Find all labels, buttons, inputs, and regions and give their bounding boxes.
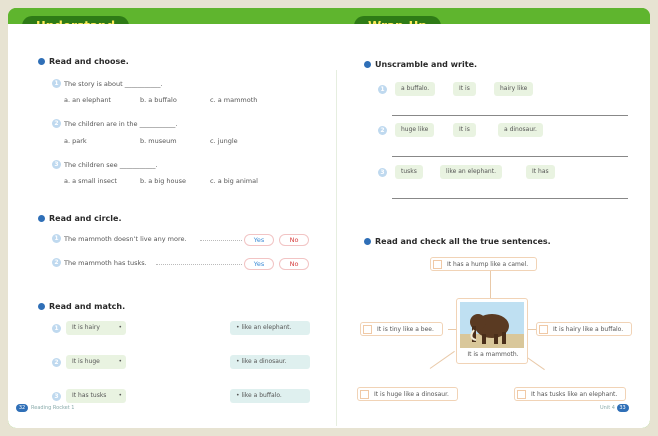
bullet-icon xyxy=(38,58,45,65)
answer-line[interactable] xyxy=(392,156,628,157)
item-number: 2 xyxy=(52,258,61,267)
bullet-icon xyxy=(364,238,371,245)
word-card[interactable]: hairy like xyxy=(494,82,534,96)
check-option-tusks[interactable]: It has tusks like an elephant. xyxy=(514,387,627,401)
bullet-icon xyxy=(38,303,45,310)
option[interactable]: c. a big animal xyxy=(210,177,258,185)
match-right-item[interactable]: • like a dinosaur. xyxy=(230,355,310,369)
mammoth-illustration xyxy=(460,302,524,348)
word-card[interactable]: like an elephant. xyxy=(440,165,502,179)
checkbox[interactable] xyxy=(517,390,526,399)
check-option-huge[interactable]: It is huge like a dinosaur. xyxy=(357,387,458,401)
no-choice[interactable]: No xyxy=(279,234,309,246)
item-number: 1 xyxy=(52,324,61,333)
check-option-hairy[interactable]: It is hairy like a buffalo. xyxy=(536,322,633,336)
word-card[interactable]: It is xyxy=(453,123,476,137)
dotted-leader xyxy=(200,240,242,241)
question-number: 3 xyxy=(52,160,61,169)
option[interactable]: b. museum xyxy=(140,137,177,145)
dotted-leader xyxy=(156,264,242,265)
word-card[interactable]: It is xyxy=(453,82,476,96)
word-card[interactable]: tusks xyxy=(395,165,423,179)
option[interactable]: c. a mammoth xyxy=(210,96,257,104)
row-number: 1 xyxy=(378,85,387,94)
connector-line xyxy=(490,270,491,300)
footer-right: Unit 4 33 xyxy=(600,404,632,412)
checkbox[interactable] xyxy=(360,390,369,399)
match-right-item[interactable]: • like a buffalo. xyxy=(230,389,310,403)
mammoth-card: It is a mammoth. xyxy=(456,298,528,364)
option[interactable]: a. a small insect xyxy=(64,177,117,185)
checkbox[interactable] xyxy=(433,260,442,269)
answer-line[interactable] xyxy=(392,198,628,199)
word-card[interactable]: a buffalo. xyxy=(395,82,436,96)
checkbox[interactable] xyxy=(363,325,372,334)
item-number: 3 xyxy=(52,392,61,401)
checkbox[interactable] xyxy=(539,325,548,334)
read-match-heading: Read and match. xyxy=(38,302,125,311)
word-card[interactable]: It has xyxy=(526,165,555,179)
statement-text: The mammoth has tusks. xyxy=(64,259,147,267)
match-left-item[interactable]: It has tusks • xyxy=(66,389,126,403)
read-choose-heading: Read and choose. xyxy=(38,57,129,66)
match-left-item[interactable]: It is hairy • xyxy=(66,321,126,335)
read-circle-heading: Read and circle. xyxy=(38,214,121,223)
match-left-item[interactable]: It is huge • xyxy=(66,355,126,369)
question-number: 1 xyxy=(52,79,61,88)
word-card[interactable]: huge like xyxy=(395,123,435,137)
unscramble-heading: Unscramble and write. xyxy=(364,60,477,69)
check-true-heading: Read and check all the true sentences. xyxy=(364,237,551,246)
option[interactable]: a. park xyxy=(64,137,87,145)
question-text: The children are in the ___________. xyxy=(64,120,178,128)
option[interactable]: c. jungle xyxy=(210,137,238,145)
question-text: The children see ___________. xyxy=(64,161,158,169)
answer-line[interactable] xyxy=(392,115,628,116)
option[interactable]: a. an elephant xyxy=(64,96,111,104)
option[interactable]: b. a big house xyxy=(140,177,186,185)
yes-choice[interactable]: Yes xyxy=(244,234,274,246)
word-card[interactable]: a dinosaur. xyxy=(498,123,543,137)
option[interactable]: b. a buffalo xyxy=(140,96,177,104)
no-choice[interactable]: No xyxy=(279,258,309,270)
check-option-hump[interactable]: It has a hump like a camel. xyxy=(430,257,538,271)
bullet-icon xyxy=(364,61,371,68)
item-number: 2 xyxy=(52,358,61,367)
question-number: 2 xyxy=(52,119,61,128)
check-option-tiny[interactable]: It is tiny like a bee. xyxy=(360,322,443,336)
yes-choice[interactable]: Yes xyxy=(244,258,274,270)
statement-text: The mammoth doesn’t live any more. xyxy=(64,235,187,243)
mammoth-caption: It is a mammoth. xyxy=(467,351,519,358)
row-number: 3 xyxy=(378,168,387,177)
row-number: 2 xyxy=(378,126,387,135)
item-number: 1 xyxy=(52,234,61,243)
footer-left: 32 Reading Rocket 1 xyxy=(16,404,74,412)
match-right-item[interactable]: • like an elephant. xyxy=(230,321,310,335)
page-gutter xyxy=(336,70,337,426)
question-text: The story is about ___________. xyxy=(64,80,163,88)
bullet-icon xyxy=(38,215,45,222)
